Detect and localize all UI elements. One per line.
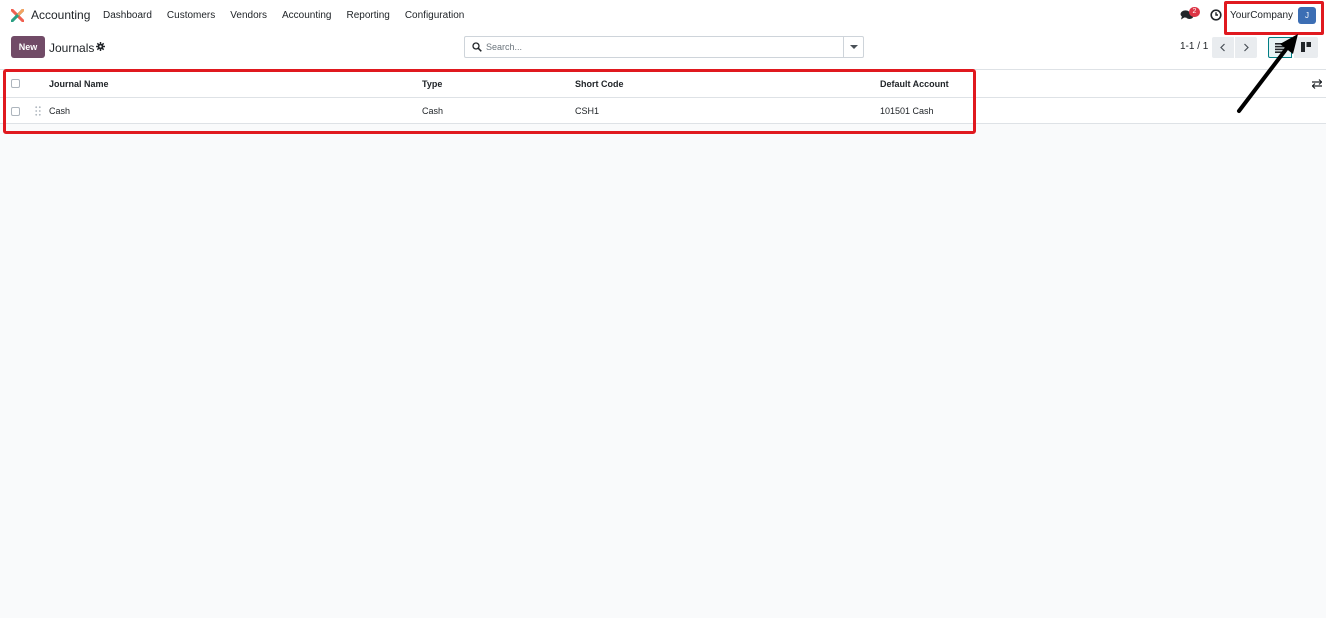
- menu-item-accounting[interactable]: Accounting: [282, 10, 331, 21]
- menu-item-configuration[interactable]: Configuration: [405, 10, 464, 21]
- menu-item-reporting[interactable]: Reporting: [346, 10, 389, 21]
- app-name[interactable]: Accounting: [31, 8, 90, 22]
- breadcrumb: Journals: [49, 41, 95, 55]
- activity-clock-icon[interactable]: [1210, 9, 1222, 21]
- main-menu: Dashboard Customers Vendors Accounting R…: [103, 10, 479, 21]
- annotation-arrow: [1237, 34, 1298, 113]
- optional-columns-icon[interactable]: [1312, 79, 1322, 89]
- search-options-toggle[interactable]: [843, 36, 864, 58]
- control-panel: New Journals 1-1 / 1: [0, 31, 1326, 70]
- menu-item-customers[interactable]: Customers: [167, 10, 215, 21]
- messages-badge: 2: [1189, 7, 1200, 17]
- menu-item-dashboard[interactable]: Dashboard: [103, 10, 152, 21]
- search-input[interactable]: [486, 40, 836, 54]
- pager-value[interactable]: 1-1 / 1: [1180, 41, 1208, 52]
- new-button[interactable]: New: [11, 36, 45, 58]
- menu-item-vendors[interactable]: Vendors: [230, 10, 267, 21]
- chevron-left-icon: [1220, 43, 1225, 52]
- search-icon: [472, 42, 482, 52]
- top-navbar: Accounting Dashboard Customers Vendors A…: [0, 0, 1326, 31]
- accounting-app-icon[interactable]: [11, 9, 24, 22]
- caret-down-icon: [850, 45, 858, 49]
- table-highlight-box: [3, 69, 976, 134]
- gear-icon[interactable]: [96, 42, 105, 51]
- search-box: [464, 36, 844, 58]
